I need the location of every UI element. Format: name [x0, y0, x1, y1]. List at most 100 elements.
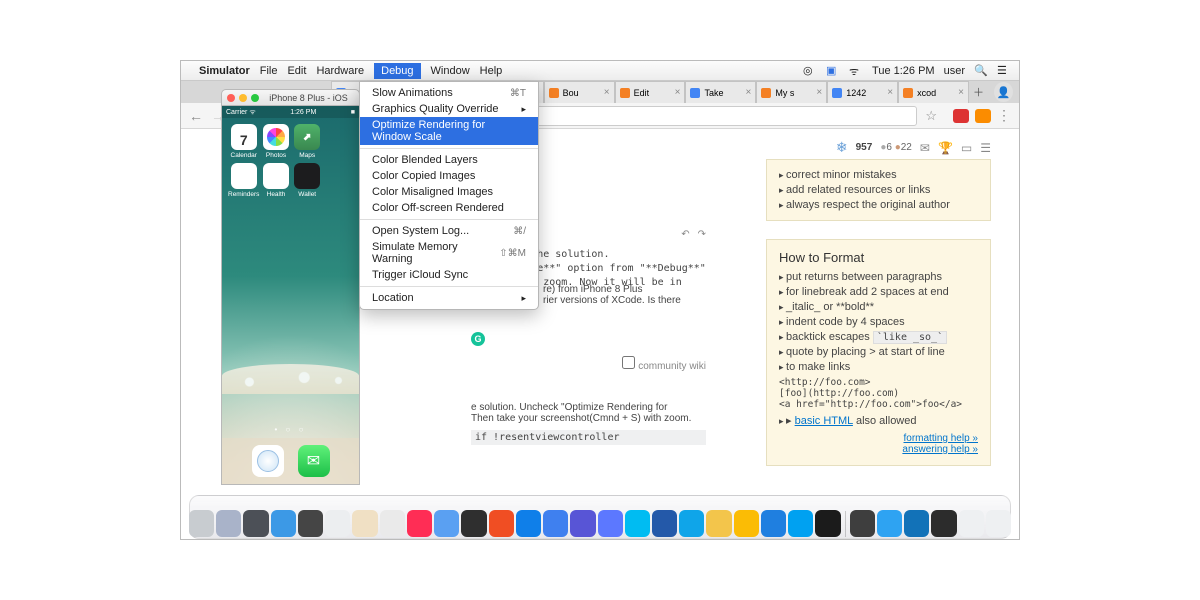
kebab-icon[interactable]: ⋮ — [997, 107, 1011, 124]
close-icon[interactable]: × — [675, 87, 681, 98]
menu-debug[interactable]: Debug — [374, 63, 420, 79]
page-indicator[interactable]: • ○ ○ — [222, 425, 359, 434]
menubar-app-name[interactable]: Simulator — [199, 65, 250, 77]
redo-icon[interactable]: ↷ — [698, 229, 706, 240]
notification-center-icon[interactable]: ☰ — [997, 64, 1011, 78]
menu-item[interactable]: Color Off-screen Rendered — [360, 200, 538, 216]
community-wiki-checkbox[interactable] — [622, 356, 635, 369]
minimize-window-icon[interactable] — [239, 94, 247, 102]
menu-file[interactable]: File — [260, 65, 278, 77]
app-photos[interactable]: Photos — [261, 124, 290, 159]
dock-app-icon[interactable] — [325, 510, 350, 537]
undo-icon[interactable]: ↶ — [681, 229, 689, 240]
app-safari[interactable] — [252, 445, 284, 477]
site-switcher-icon[interactable]: ☰ — [980, 141, 991, 155]
achievements-icon[interactable]: 🏆 — [938, 141, 953, 155]
browser-tab[interactable]: My s× — [756, 81, 827, 103]
back-icon[interactable]: ← — [189, 108, 203, 124]
inbox-icon[interactable]: ✉ — [920, 141, 930, 155]
app-reminders[interactable]: Reminders — [228, 163, 259, 198]
macos-dock[interactable] — [189, 497, 1011, 539]
dock-app-icon[interactable] — [298, 510, 323, 537]
simulator-window[interactable]: iPhone 8 Plus - iOS Carrier ᯤ 1:26 PM ■ … — [221, 89, 360, 485]
dock-app-icon[interactable] — [461, 510, 486, 537]
close-icon[interactable]: × — [958, 87, 964, 98]
dock-app-icon[interactable] — [543, 510, 568, 537]
menubar-extra-icon[interactable]: ◎ — [803, 64, 817, 78]
browser-tab[interactable]: Edit× — [615, 81, 686, 103]
dock-app-icon[interactable] — [380, 510, 405, 537]
browser-tab[interactable]: Take× — [685, 81, 756, 103]
extension-icon[interactable] — [953, 109, 969, 123]
reputation[interactable]: 957 — [856, 142, 873, 153]
app-maps[interactable]: ⬈Maps — [293, 124, 322, 159]
dock-app-icon[interactable] — [734, 510, 759, 537]
menu-item[interactable]: Color Blended Layers — [360, 152, 538, 168]
dock-app-icon[interactable] — [189, 510, 214, 537]
dock-app-icon[interactable] — [904, 510, 929, 537]
menu-hardware[interactable]: Hardware — [316, 65, 364, 77]
dock-app-icon[interactable] — [986, 510, 1011, 537]
wifi-icon[interactable]: ᯤ — [849, 64, 863, 78]
extension-icon[interactable] — [975, 109, 991, 123]
menu-item[interactable]: Simulate Memory Warning⇧⌘M — [360, 239, 538, 267]
app-messages[interactable]: ✉ — [298, 445, 330, 477]
dock-app-icon[interactable] — [216, 510, 241, 537]
menu-item[interactable]: Slow Animations⌘T — [360, 85, 538, 101]
dock-app-icon[interactable] — [434, 510, 459, 537]
dock-app-icon[interactable] — [679, 510, 704, 537]
dock-app-icon[interactable] — [598, 510, 623, 537]
menubar-clock[interactable]: Tue 1:26 PM — [872, 65, 935, 77]
dock-app-icon[interactable] — [877, 510, 902, 537]
spotlight-icon[interactable]: 🔍 — [974, 64, 988, 78]
app-health[interactable]: ♥Health — [261, 163, 290, 198]
star-icon[interactable]: ☆ — [925, 108, 937, 124]
chrome-profile-icon[interactable]: 👤 — [994, 82, 1013, 102]
close-icon[interactable]: × — [746, 87, 752, 98]
simulator-screen[interactable]: Carrier ᯤ 1:26 PM ■ Tuesday7Calendar Pho… — [221, 105, 360, 485]
menu-item[interactable]: Location▸ — [360, 290, 538, 306]
dock-app-icon[interactable] — [850, 510, 875, 537]
formatting-help-link[interactable]: formatting help » — [779, 433, 978, 444]
dock-app-icon[interactable] — [243, 510, 268, 537]
simulator-titlebar[interactable]: iPhone 8 Plus - iOS — [221, 89, 360, 105]
menubar-user[interactable]: user — [944, 65, 965, 77]
new-tab-button[interactable]: ＋ — [969, 81, 988, 103]
app-wallet[interactable]: Wallet — [293, 163, 322, 198]
zoom-window-icon[interactable] — [251, 94, 259, 102]
review-icon[interactable]: ▭ — [961, 141, 972, 155]
dock-app-icon[interactable] — [788, 510, 813, 537]
browser-tab[interactable]: xcod× — [898, 81, 969, 103]
menubar-extra-icon[interactable]: ▣ — [826, 64, 840, 78]
close-icon[interactable]: × — [816, 87, 822, 98]
grammarly-icon[interactable]: G — [471, 332, 485, 346]
menu-item[interactable]: Open System Log...⌘/ — [360, 223, 538, 239]
dock-app-icon[interactable] — [625, 510, 650, 537]
menu-item-selected[interactable]: Optimize Rendering for Window Scale — [360, 117, 538, 145]
menu-edit[interactable]: Edit — [287, 65, 306, 77]
dock-app-icon[interactable] — [271, 510, 296, 537]
menu-item[interactable]: Color Misaligned Images — [360, 184, 538, 200]
close-icon[interactable]: × — [604, 87, 610, 98]
menu-window[interactable]: Window — [431, 65, 470, 77]
dock-app-icon[interactable] — [570, 510, 595, 537]
close-window-icon[interactable] — [227, 94, 235, 102]
browser-tab[interactable]: 1242× — [827, 81, 898, 103]
dock-app-icon[interactable] — [706, 510, 731, 537]
browser-tab[interactable]: Bou× — [544, 81, 615, 103]
dock-app-icon[interactable] — [516, 510, 541, 537]
menu-item[interactable]: Trigger iCloud Sync — [360, 267, 538, 283]
dock-app-icon[interactable] — [931, 510, 956, 537]
dock-app-icon[interactable] — [815, 510, 840, 537]
menu-item[interactable]: Color Copied Images — [360, 168, 538, 184]
dock-app-icon[interactable] — [652, 510, 677, 537]
answering-help-link[interactable]: answering help » — [779, 444, 978, 455]
dock-app-icon[interactable] — [407, 510, 432, 537]
dock-app-icon[interactable] — [959, 510, 984, 537]
dock-app-icon[interactable] — [489, 510, 514, 537]
dock-app-icon[interactable] — [352, 510, 377, 537]
dock-app-icon[interactable] — [761, 510, 786, 537]
menu-help[interactable]: Help — [480, 65, 503, 77]
menu-item[interactable]: Graphics Quality Override▸ — [360, 101, 538, 117]
app-calendar[interactable]: Tuesday7Calendar — [228, 124, 259, 159]
